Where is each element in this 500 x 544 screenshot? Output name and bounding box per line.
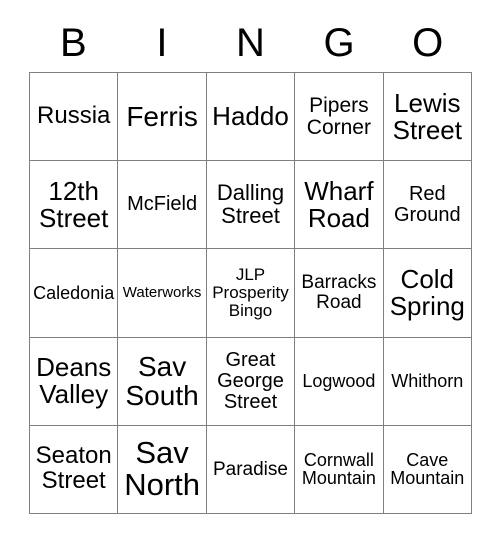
bingo-cell-label: Lewis Street [392, 87, 462, 145]
bingo-cell[interactable]: 12th Street [30, 161, 119, 250]
header-letter-g: G [323, 21, 355, 65]
bingo-cell[interactable]: Caledonia [30, 249, 119, 338]
bingo-cell[interactable]: Cornwall Mountain [295, 425, 384, 514]
bingo-cell[interactable]: Pipers Corner [295, 73, 384, 162]
bingo-cell-label: Sav North [124, 435, 200, 503]
bingo-card: B I N G O Russia Ferris Haddo Pipers Corner… [0, 0, 500, 544]
bingo-cell-label: Haddo [212, 101, 289, 132]
bingo-cell[interactable]: Russia [30, 73, 119, 162]
bingo-cell-label: Logwood [302, 370, 376, 391]
bingo-cell[interactable]: Ferris [118, 73, 207, 162]
bingo-cell[interactable]: Great George Street [206, 337, 296, 426]
bingo-cell-label: Cornwall Mountain [301, 449, 376, 489]
header-letter-o: O [412, 21, 444, 65]
bingo-cell[interactable]: Seaton Street [30, 425, 119, 514]
bingo-cell-label: JLP Prosperity Bingo [212, 265, 289, 320]
bingo-cell[interactable]: JLP Prosperity Bingo [206, 249, 296, 338]
bingo-cell[interactable]: Barracks Road [295, 249, 384, 338]
bingo-cell-label: Russia [37, 102, 111, 130]
bingo-cell-label: Pipers Corner [306, 93, 371, 139]
bingo-cell[interactable]: Cave Mountain [383, 425, 472, 514]
header-letter-b: B [59, 21, 87, 65]
bingo-cell[interactable]: Deans Valley [30, 337, 119, 426]
bingo-cell-label: Red Ground [393, 182, 461, 226]
bingo-cell-label: Sav South [125, 351, 199, 412]
bingo-cell-label: Seaton Street [35, 442, 112, 495]
bingo-cell-label: Deans Valley [36, 352, 112, 410]
bingo-cell-label: Caledonia [33, 282, 115, 303]
bingo-cell-label: Wharf Road [304, 175, 374, 233]
header-letter-i: I [156, 21, 168, 65]
bingo-cell-label: McField [127, 193, 198, 216]
bingo-cell[interactable]: Lewis Street [383, 73, 472, 162]
bingo-cell[interactable]: Paradise [206, 425, 296, 514]
bingo-cell-label: Barracks Road [301, 272, 377, 313]
bingo-cell[interactable]: Whithorn [383, 337, 472, 426]
bingo-cell-label: Whithorn [391, 370, 464, 391]
bingo-cell[interactable]: Sav South [118, 337, 207, 426]
bingo-cell-label: Cold Spring [389, 263, 465, 321]
bingo-cell[interactable]: Cold Spring [383, 249, 472, 338]
bingo-cell[interactable]: McField [118, 161, 207, 250]
bingo-cell[interactable]: Dalling Street [206, 161, 296, 250]
bingo-cell[interactable]: Wharf Road [295, 161, 384, 250]
bingo-cell-label: Paradise [212, 458, 288, 480]
bingo-cell-label: Waterworks [122, 284, 202, 302]
bingo-cell-label: Dalling Street [216, 179, 285, 228]
bingo-header: B I N G O [29, 14, 472, 72]
bingo-cell[interactable]: Red Ground [383, 161, 472, 250]
bingo-cell-label: 12th Street [39, 175, 109, 233]
bingo-cell[interactable]: Haddo [206, 73, 296, 162]
bingo-cell-label: Ferris [126, 101, 198, 133]
header-letter-n: N [236, 21, 265, 65]
bingo-grid: Russia Ferris Haddo Pipers Corner Lewis Stre… [29, 72, 472, 514]
bingo-cell[interactable]: Waterworks [118, 249, 207, 338]
bingo-cell-label: Great George Street [217, 349, 284, 413]
bingo-cell[interactable]: Logwood [295, 337, 384, 426]
bingo-cell[interactable]: Sav North [118, 425, 207, 514]
bingo-cell-label: Cave Mountain [390, 449, 465, 489]
